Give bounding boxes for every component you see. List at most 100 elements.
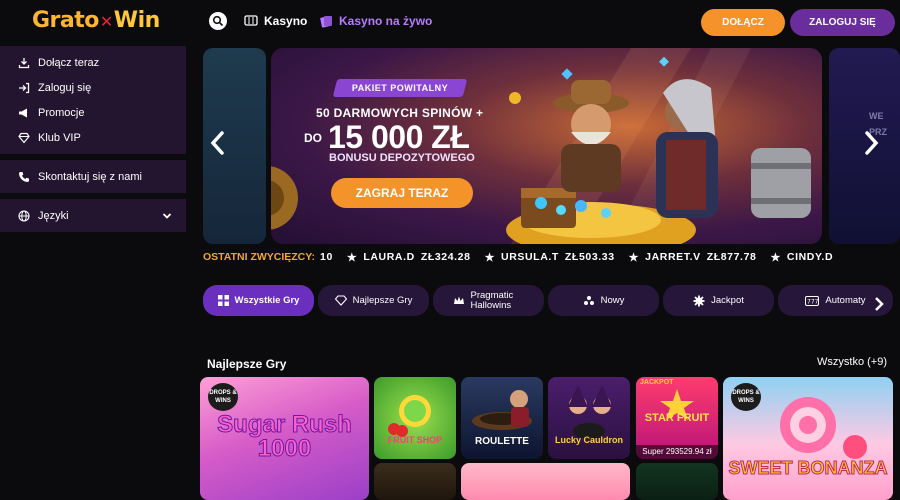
tabs-scroll-right[interactable] <box>874 296 884 317</box>
cauldron-artwork <box>568 385 612 439</box>
ticker-lead-text: 10 <box>320 251 333 263</box>
tab-pragmatic-hallowins[interactable]: Pragmatic Hallowins <box>433 285 544 316</box>
game-tile-sugar-rush[interactable]: DROPS & WINS Sugar Rush 1000 <box>200 377 369 500</box>
languages-left: Języki <box>18 210 69 222</box>
sidebar-item-login[interactable]: Zaloguj się <box>0 75 186 100</box>
nav-live-label: Kasyno na żywo <box>339 14 433 28</box>
sidebar-item-contact[interactable]: Skontaktuj się z nami <box>0 164 186 189</box>
game-tile-row2-1[interactable] <box>374 463 456 500</box>
chevron-down-icon <box>162 212 172 219</box>
game-tile-fruit-shop[interactable]: FRUIT SHOP <box>374 377 456 459</box>
see-all-link[interactable]: Wszystko (+9) <box>817 356 887 368</box>
join-button[interactable]: DOŁĄCZ <box>701 9 785 36</box>
megaphone-icon <box>19 108 27 117</box>
game-tile-row2-2[interactable] <box>461 463 630 500</box>
join-icon <box>18 57 30 68</box>
winner-name: LAURA.D <box>363 251 415 263</box>
chevron-right-icon <box>875 297 884 311</box>
chevron-left-icon <box>210 131 224 155</box>
logo-text-right: Win <box>113 8 160 33</box>
sidebar: Dołącz teraz Zaloguj się Promocje Klub V… <box>0 46 186 238</box>
site-logo[interactable]: Grato✕Win <box>32 8 160 33</box>
recent-winners-ticker: OSTATNI ZWYCIĘZCY: 10 ★ LAURA.D ZŁ324.28 ★… <box>203 247 900 267</box>
welcome-package-pill: PAKIET POWITALNY <box>332 79 468 97</box>
carousel-slide-current[interactable]: PAKIET POWITALNY 50 DARMOWYCH SPINÓW + D… <box>271 48 822 244</box>
banner-headline-spins: 50 DARMOWYCH SPINÓW + <box>316 106 484 120</box>
carousel-next-arrow[interactable] <box>859 130 883 160</box>
game-tile-row2-3[interactable] <box>636 463 718 500</box>
logo-text-left: Grato <box>32 8 99 33</box>
game-tile-star-fruit[interactable]: JACKPOT STAR FRUIT Super 293529.94 zł <box>636 377 718 459</box>
search-button[interactable] <box>209 12 227 30</box>
drops-wins-badge: DROPS & WINS <box>731 383 761 411</box>
winner-amount: ZŁ877.78 <box>706 251 757 263</box>
tab-all-games[interactable]: Wszystkie Gry <box>203 285 314 316</box>
sidebar-item-vip[interactable]: Klub VIP <box>0 125 186 150</box>
sidebar-item-languages[interactable]: Języki <box>0 203 186 228</box>
drops-wins-badge: DROPS & WINS <box>208 383 238 411</box>
game-tile-roulette[interactable]: ROULETTE <box>461 377 543 459</box>
sidebar-item-label: Skontaktuj się z nami <box>38 170 142 183</box>
sparkle-icon <box>583 296 594 305</box>
tab-label: Jackpot <box>711 295 744 306</box>
slot-icon: 777 <box>805 295 820 306</box>
winner-name: CINDY.D <box>786 251 834 263</box>
winner-amount: ZŁ503.33 <box>564 251 615 263</box>
tab-jackpot[interactable]: Jackpot <box>663 285 774 316</box>
globe-icon <box>18 209 30 222</box>
sidebar-item-label: Klub VIP <box>38 131 81 144</box>
diamond-icon <box>334 295 347 306</box>
phone-icon <box>19 171 29 182</box>
sidebar-item-promotions[interactable]: Promocje <box>0 100 186 125</box>
slot-machine-icon <box>244 15 258 26</box>
star-icon: ★ <box>770 251 781 264</box>
game-title: STAR FRUIT <box>644 412 710 424</box>
sidebar-item-label: Zaloguj się <box>38 81 92 94</box>
svg-text:777: 777 <box>807 298 819 305</box>
tab-label: Nowy <box>600 295 625 306</box>
game-title: ROULETTE <box>475 436 529 447</box>
promo-carousel: PAKIET POWITALNY 50 DARMOWYCH SPINÓW + D… <box>203 48 900 244</box>
winner-entry: ★ LAURA.D ZŁ324.28 <box>347 251 471 264</box>
tab-new[interactable]: Nowy <box>548 285 659 316</box>
login-button[interactable]: ZALOGUJ SIĘ <box>790 9 895 36</box>
ticker-title: OSTATNI ZWYCIĘZCY: <box>203 251 315 263</box>
fruit-artwork <box>388 395 431 437</box>
winner-amount: ZŁ324.28 <box>420 251 471 263</box>
carousel-prev-arrow[interactable] <box>206 130 230 160</box>
section-title: Najlepsze Gry <box>207 357 287 371</box>
grid-icon <box>217 295 229 306</box>
nav-live-casino[interactable]: Kasyno na żywo <box>320 14 432 28</box>
star-icon: ★ <box>628 251 640 264</box>
sidebar-item-join[interactable]: Dołącz teraz <box>0 50 186 75</box>
tab-label: Wszystkie Gry <box>234 295 300 306</box>
star-icon: ★ <box>484 251 496 264</box>
game-tile-sweet-bonanza[interactable]: DROPS & WINS SWEET BONANZA <box>723 377 893 500</box>
game-tile-lucky-cauldron[interactable]: Lucky Cauldron <box>548 377 630 459</box>
welcome-package-label: PAKIET POWITALNY <box>351 83 449 93</box>
banner-amount-value: 15 000 ZŁ <box>328 119 470 155</box>
jackpot-amount: Super 293529.94 zł <box>636 445 718 459</box>
winner-entry: ★ CINDY.D <box>770 251 833 264</box>
game-category-tabs: Wszystkie Gry Najlepsze Gry Pragmatic Ha… <box>203 285 900 317</box>
live-cards-icon <box>320 15 332 28</box>
tab-label: Najlepsze Gry <box>352 295 413 306</box>
game-title: Sugar Rush 1000 <box>217 411 353 462</box>
game-title: Lucky Cauldron <box>554 435 623 445</box>
sidebar-contact-block: Skontaktuj się z nami <box>0 160 186 193</box>
winner-name: URSULA.T <box>501 251 559 263</box>
nav-casino-label: Kasyno <box>264 14 308 28</box>
play-now-button[interactable]: ZAGRAJ TERAZ <box>331 178 473 208</box>
logo-x-mark: ✕ <box>99 12 113 31</box>
winner-entry: ★ JARRET.V ZŁ877.78 <box>629 251 757 264</box>
tab-top-games[interactable]: Najlepsze Gry <box>318 285 429 316</box>
nav-casino[interactable]: Kasyno <box>244 14 307 28</box>
top-header: Grato✕Win Kasyno Kasyno na żywo DOŁĄCZ Z… <box>0 0 900 46</box>
winner-name: JARRET.V <box>645 251 701 263</box>
sidebar-item-label: Języki <box>38 209 69 222</box>
tab-label: Automaty <box>825 295 866 306</box>
gear-icon <box>693 295 705 306</box>
sidebar-language-block: Języki <box>0 199 186 232</box>
sidebar-item-label: Promocje <box>38 106 85 119</box>
banner-headline-amount: DO 15 000 ZŁ <box>304 119 470 156</box>
